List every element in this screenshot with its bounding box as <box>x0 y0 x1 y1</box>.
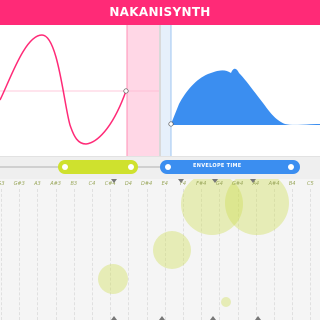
waveform-curve[interactable] <box>0 34 127 145</box>
waveform-editor[interactable] <box>0 25 160 157</box>
note-label: G#4 <box>231 181 244 187</box>
slider-bar: ENVELOPE TIME <box>0 157 320 179</box>
envelope-editor[interactable] <box>160 25 320 157</box>
note-label: G3 <box>0 181 5 187</box>
note-guide-line <box>146 189 148 320</box>
note-marker <box>159 316 165 320</box>
note-guide-line <box>92 189 93 320</box>
note-guide-line <box>1 189 2 320</box>
envelope-start-highlight <box>160 25 171 157</box>
note-label: A#4 <box>268 181 280 187</box>
note-marker <box>210 316 216 320</box>
note-label: G#3 <box>13 181 25 187</box>
wave-slider-right-handle[interactable] <box>128 164 134 170</box>
note-guide-line <box>37 189 39 320</box>
note-bubble[interactable] <box>153 231 191 269</box>
note-keyboard[interactable]: G3G#3A3A#3B3C4C#4D4D#4E4F4F#4G4G#4A4A#4B… <box>0 179 320 320</box>
note-label: A3 <box>34 181 41 187</box>
envelope-time-slider[interactable]: ENVELOPE TIME <box>160 160 320 174</box>
note-guide-line <box>55 189 57 320</box>
note-guide-line <box>110 189 112 320</box>
note-bubble[interactable] <box>221 297 231 307</box>
note-label: C5 <box>307 181 314 187</box>
note-marker <box>250 179 256 183</box>
note-marker <box>178 179 184 183</box>
envelope-control-point[interactable] <box>168 121 174 127</box>
note-label: D4 <box>124 181 132 187</box>
note-label: A#3 <box>50 181 61 187</box>
note-guide-line <box>73 189 75 320</box>
wave-slider-left-handle[interactable] <box>62 164 68 170</box>
envelope-slider-right-handle[interactable] <box>288 164 294 170</box>
note-label: B4 <box>288 181 296 187</box>
envelope-slider-left-handle[interactable] <box>165 164 171 170</box>
note-guide-line <box>310 189 312 320</box>
note-marker <box>212 179 218 183</box>
note-label: E4 <box>161 181 168 187</box>
note-bubble[interactable] <box>98 264 128 294</box>
waveform-control-point[interactable] <box>123 88 129 94</box>
note-label: F#4 <box>196 181 207 187</box>
note-guide-line <box>128 189 130 320</box>
note-guide-line <box>19 189 21 320</box>
envelope-time-label: ENVELOPE TIME <box>193 163 242 169</box>
note-guide-line <box>292 189 294 320</box>
app-title: NAKANISYNTH <box>109 5 211 19</box>
note-bubble[interactable] <box>225 179 289 235</box>
note-marker <box>255 316 261 320</box>
wave-slider-range[interactable] <box>58 160 138 174</box>
wave-range-slider[interactable] <box>0 160 160 174</box>
note-label: B3 <box>70 181 78 187</box>
panel-divider <box>159 25 161 157</box>
note-marker <box>111 316 117 320</box>
note-label: D#4 <box>140 181 153 187</box>
envelope-shape[interactable] <box>171 68 320 125</box>
envelope-slider-range[interactable]: ENVELOPE TIME <box>160 160 300 174</box>
note-marker <box>111 179 117 183</box>
note-label: C4 <box>88 181 96 187</box>
